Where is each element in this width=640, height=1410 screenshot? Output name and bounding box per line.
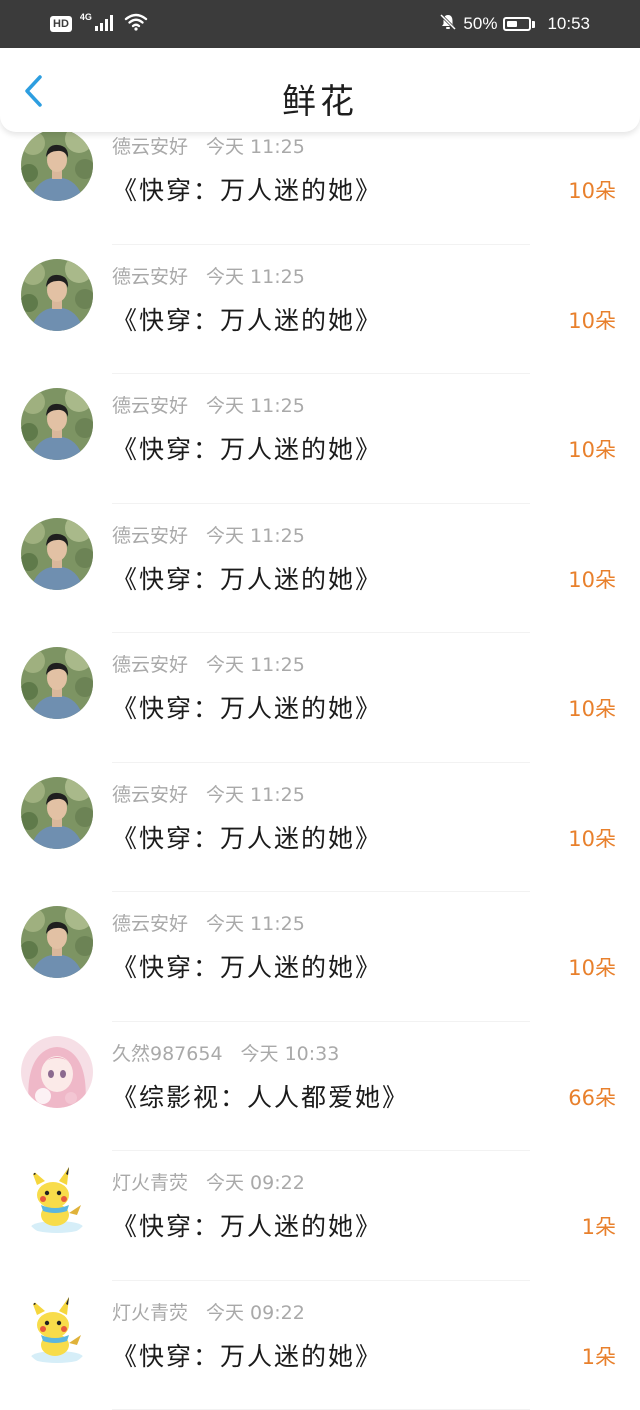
list-item[interactable]: 德云安好今天 11:25 《快穿：万人迷的她》 10朵: [0, 633, 640, 763]
flower-count: 10朵: [568, 564, 616, 594]
avatar[interactable]: [21, 906, 93, 978]
entry-meta: 德云安好今天 11:25: [112, 391, 305, 418]
timestamp: 今天 10:33: [241, 1043, 340, 1065]
book-title[interactable]: 《快穿：万人迷的她》: [112, 819, 382, 855]
bell-muted-icon: [439, 13, 457, 36]
username[interactable]: 德云安好: [112, 136, 188, 158]
entry-meta: 德云安好今天 11:25: [112, 132, 305, 159]
list-item[interactable]: 德云安好今天 11:25 《快穿：万人迷的她》 10朵: [0, 504, 640, 634]
book-title[interactable]: 《快穿：万人迷的她》: [112, 1207, 382, 1243]
username[interactable]: 德云安好: [112, 266, 188, 288]
flower-count: 10朵: [568, 434, 616, 464]
list-item[interactable]: 德云安好今天 11:25 《快穿：万人迷的她》 10朵: [0, 374, 640, 504]
entry-meta: 德云安好今天 11:25: [112, 262, 305, 289]
username[interactable]: 德云安好: [112, 395, 188, 417]
avatar[interactable]: [21, 1165, 93, 1237]
username[interactable]: 灯火青荧: [112, 1172, 188, 1194]
battery-icon: [503, 17, 535, 31]
timestamp: 今天 09:22: [206, 1302, 305, 1324]
flower-count: 10朵: [568, 693, 616, 723]
battery-percent: 50%: [463, 14, 497, 34]
entry-meta: 德云安好今天 11:25: [112, 650, 305, 677]
flower-count: 10朵: [568, 305, 616, 335]
list-item[interactable]: 灯火青荧今天 09:22 《快穿：万人迷的她》 1朵: [0, 1151, 640, 1281]
status-right: 50% 10:53: [439, 12, 590, 36]
timestamp: 今天 09:22: [206, 1172, 305, 1194]
username[interactable]: 德云安好: [112, 654, 188, 676]
timestamp: 今天 11:25: [206, 395, 305, 417]
list-item[interactable]: 灯火青荧今天 09:22 《快穿：万人迷的她》 1朵: [0, 1281, 640, 1410]
flower-count: 10朵: [568, 823, 616, 853]
entry-meta: 德云安好今天 11:25: [112, 780, 305, 807]
avatar[interactable]: [21, 259, 93, 331]
entry-meta: 灯火青荧今天 09:22: [112, 1298, 305, 1325]
flower-count: 66朵: [568, 1082, 616, 1112]
avatar[interactable]: [21, 518, 93, 590]
entry-meta: 灯火青荧今天 09:22: [112, 1168, 305, 1195]
flower-count: 10朵: [568, 952, 616, 982]
flower-list: 德云安好今天 11:25 《快穿：万人迷的她》 10朵 德云安好今天 11:25…: [0, 115, 640, 1410]
status-left: HD 4G: [50, 12, 148, 36]
avatar[interactable]: [21, 388, 93, 460]
timestamp: 今天 11:25: [206, 266, 305, 288]
entry-meta: 德云安好今天 11:25: [112, 521, 305, 548]
clock: 10:53: [547, 14, 590, 34]
flower-count: 1朵: [582, 1211, 616, 1241]
book-title[interactable]: 《快穿：万人迷的她》: [112, 560, 382, 596]
page-title: 鲜花: [0, 74, 640, 123]
username[interactable]: 德云安好: [112, 525, 188, 547]
list-item[interactable]: 德云安好今天 11:25 《快穿：万人迷的她》 10朵: [0, 892, 640, 1022]
avatar[interactable]: [21, 129, 93, 201]
network-type: 4G: [80, 12, 92, 22]
entry-meta: 德云安好今天 11:25: [112, 909, 305, 936]
list-item[interactable]: 德云安好今天 11:25 《快穿：万人迷的她》 10朵: [0, 763, 640, 893]
timestamp: 今天 11:25: [206, 913, 305, 935]
username[interactable]: 德云安好: [112, 784, 188, 806]
flower-count: 10朵: [568, 175, 616, 205]
timestamp: 今天 11:25: [206, 654, 305, 676]
list-item[interactable]: 久然987654 今天 10:33 《综影视：人人都爱她》 66朵: [0, 1022, 640, 1152]
book-title[interactable]: 《快穿：万人迷的她》: [112, 948, 382, 984]
wifi-icon: [124, 13, 148, 35]
book-title[interactable]: 《综影视：人人都爱她》: [112, 1078, 409, 1114]
battery-fill: [507, 21, 517, 27]
avatar[interactable]: [21, 777, 93, 849]
battery-body: [503, 17, 531, 31]
username[interactable]: 灯火青荧: [112, 1302, 188, 1324]
avatar[interactable]: [21, 647, 93, 719]
username[interactable]: 久然987654: [112, 1043, 223, 1065]
book-title[interactable]: 《快穿：万人迷的她》: [112, 430, 382, 466]
signal-icon: [94, 13, 116, 35]
entry-meta: 久然987654 今天 10:33: [112, 1039, 339, 1066]
battery-tip: [532, 21, 535, 28]
book-title[interactable]: 《快穿：万人迷的她》: [112, 689, 382, 725]
book-title[interactable]: 《快穿：万人迷的她》: [112, 301, 382, 337]
hd-badge: HD: [50, 16, 72, 32]
flower-count: 1朵: [582, 1341, 616, 1371]
avatar[interactable]: [21, 1295, 93, 1367]
status-bar: HD 4G: [0, 0, 640, 48]
username[interactable]: 德云安好: [112, 913, 188, 935]
timestamp: 今天 11:25: [206, 525, 305, 547]
avatar[interactable]: [21, 1036, 93, 1108]
nav-header: 鲜花: [0, 48, 640, 132]
timestamp: 今天 11:25: [206, 784, 305, 806]
list-item[interactable]: 德云安好今天 11:25 《快穿：万人迷的她》 10朵: [0, 115, 640, 245]
timestamp: 今天 11:25: [206, 136, 305, 158]
list-item[interactable]: 德云安好今天 11:25 《快穿：万人迷的她》 10朵: [0, 245, 640, 375]
book-title[interactable]: 《快穿：万人迷的她》: [112, 1337, 382, 1373]
book-title[interactable]: 《快穿：万人迷的她》: [112, 171, 382, 207]
